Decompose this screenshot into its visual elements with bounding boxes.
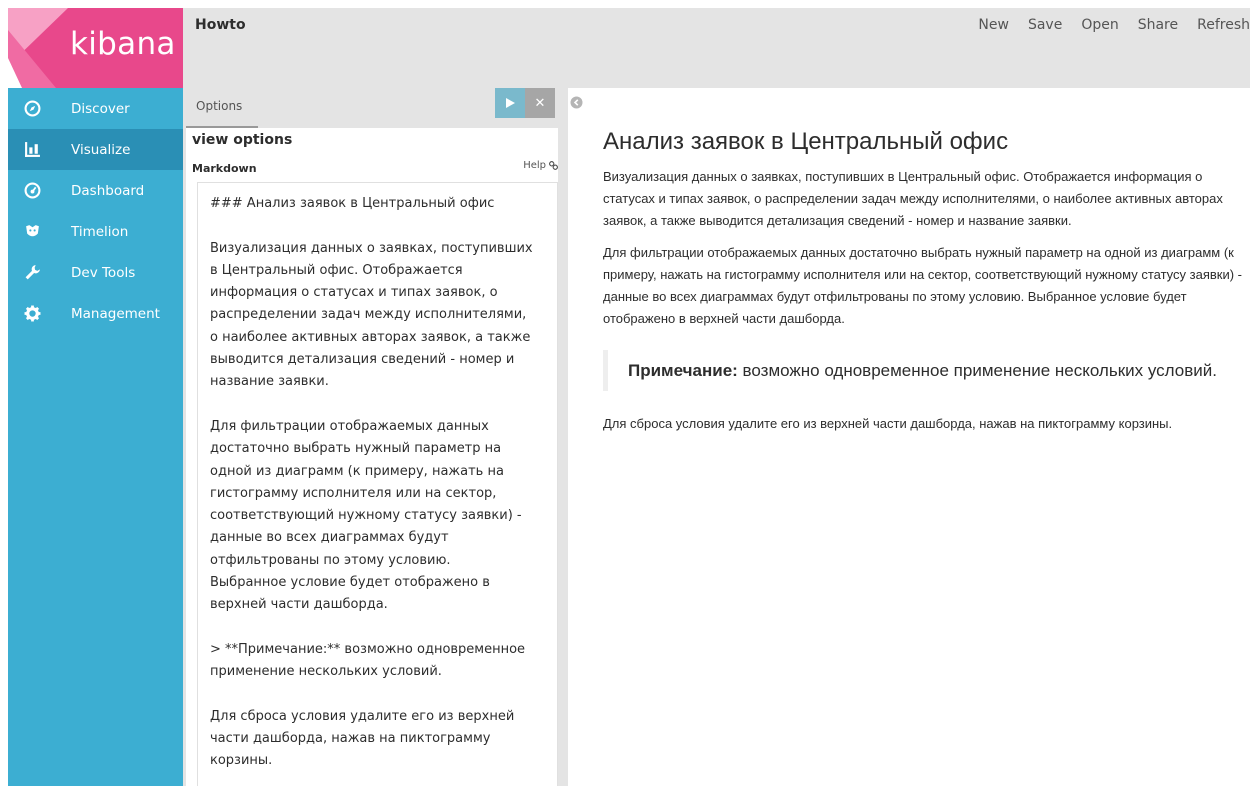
preview-heading: Анализ заявок в Центральный офис	[603, 128, 1009, 155]
kibana-logo-icon	[8, 8, 68, 88]
sidebar-item-label: Visualize	[71, 141, 131, 158]
top-menu: New Save Open Share Refresh	[978, 17, 1250, 33]
sidebar-item-label: Management	[71, 305, 160, 322]
sidebar-item-label: Timelion	[71, 223, 129, 240]
markdown-line: распределении задач между исполнителями,	[210, 307, 527, 323]
share-button[interactable]: Share	[1138, 17, 1178, 33]
sidebar: kibana Discover Visualize Dashboard Time…	[8, 8, 183, 786]
markdown-line: Для фильтрации отображаемых данных	[210, 418, 489, 434]
markdown-line: Для сброса условия удалите его из верхне…	[210, 708, 515, 724]
markdown-line: одной из диаграмм (к примеру, нажать на	[210, 463, 504, 479]
note-bold: Примечание:	[628, 361, 738, 380]
preview-note: Примечание: возможно одновременное приме…	[603, 350, 1243, 391]
markdown-line	[210, 215, 545, 237]
markdown-line: гистограмму исполнителя или на сектор,	[210, 485, 497, 501]
markdown-line: соответствующий нужному статусу заявки) …	[210, 508, 522, 524]
sidebar-item-label: Discover	[71, 100, 130, 117]
kibana-app: kibana Discover Visualize Dashboard Time…	[8, 8, 1250, 786]
page-title: Howto	[195, 17, 246, 33]
timelion-icon	[12, 211, 52, 252]
preview-paragraph-3: Для сброса условия удалите его из верхне…	[603, 416, 1173, 431]
sidebar-item-dev-tools[interactable]: Dev Tools	[8, 252, 183, 293]
options-body: view options Markdown Help ### Анализ за…	[186, 128, 558, 786]
sidebar-item-management[interactable]: Management	[8, 293, 183, 334]
note-text: возможно одновременное применение нескол…	[737, 361, 1217, 380]
preview-paragraph-2: Для фильтрации отображаемых данных доста…	[603, 245, 1242, 326]
save-button[interactable]: Save	[1028, 17, 1062, 33]
link-icon	[549, 161, 558, 170]
kibana-logo[interactable]: kibana	[8, 8, 183, 88]
apply-button[interactable]	[495, 88, 525, 118]
sidebar-item-label: Dev Tools	[71, 264, 136, 281]
markdown-line: данные во всех диаграммах будут	[210, 530, 449, 546]
gear-icon	[12, 293, 52, 334]
sidebar-item-dashboard[interactable]: Dashboard	[8, 170, 183, 211]
sidebar-item-discover[interactable]: Discover	[8, 88, 183, 129]
markdown-line: информация о статусах и типах заявок, о	[210, 285, 498, 301]
markdown-line: ### Анализ заявок в Центральный офис	[210, 196, 495, 211]
markdown-line	[210, 617, 545, 639]
markdown-line: отфильтрованы по этому условию.	[210, 552, 451, 568]
markdown-line	[210, 394, 545, 416]
window-edge	[0, 0, 3, 786]
new-button[interactable]: New	[978, 17, 1009, 33]
close-icon: ✕	[534, 95, 546, 111]
markdown-line	[210, 684, 545, 706]
preview-paragraph-1: Визуализация данных о заявках, поступивш…	[603, 169, 1223, 228]
markdown-line: Выбранное условие будет отображено в	[210, 575, 490, 591]
markdown-line: > **Примечание:** возможно одновременное	[210, 641, 526, 657]
collapse-sidebar-icon[interactable]	[570, 96, 583, 109]
section-title: view options	[192, 132, 293, 148]
markdown-preview: Анализ заявок в Центральный офис Визуали…	[603, 88, 1243, 445]
discard-button[interactable]: ✕	[525, 88, 555, 118]
top-bar: Howto New Save Open Share Refresh	[183, 8, 1250, 88]
markdown-line: применение нескольких условий.	[210, 664, 442, 680]
sidebar-item-label: Dashboard	[71, 182, 145, 199]
markdown-line: верхней части дашборда.	[210, 597, 388, 613]
help-label: Help	[523, 160, 546, 171]
markdown-line: название заявки.	[210, 374, 329, 390]
markdown-line: достаточно выбрать нужный параметр на	[210, 441, 502, 457]
markdown-line: части дашборда, нажав на пиктограмму	[210, 731, 491, 747]
play-icon	[506, 98, 515, 108]
markdown-line: выводится детализация сведений - номер и	[210, 352, 515, 368]
gauge-icon	[12, 170, 52, 211]
refresh-button[interactable]: Refresh	[1197, 17, 1250, 33]
editor-panel: Options ✕ view options Markdown Help ###…	[183, 88, 583, 786]
open-button[interactable]: Open	[1081, 17, 1118, 33]
markdown-line: в Центральный офис. Отображается	[210, 262, 463, 278]
compass-icon	[12, 88, 52, 129]
markdown-label: Markdown	[192, 162, 257, 175]
help-link[interactable]: Help	[523, 160, 558, 171]
bar-chart-icon	[12, 129, 52, 170]
wrench-icon	[12, 252, 52, 293]
markdown-line: корзины.	[210, 753, 273, 769]
markdown-textarea[interactable]: ### Анализ заявок в Центральный офис Визу…	[197, 182, 558, 786]
markdown-line: Визуализация данных о заявках, поступивш…	[210, 240, 533, 256]
markdown-line: о наиболее активных авторах заявок, а та…	[210, 329, 531, 345]
sidebar-item-timelion[interactable]: Timelion	[8, 211, 183, 252]
logo-text: kibana	[70, 26, 176, 62]
sidebar-item-visualize[interactable]: Visualize	[8, 129, 183, 170]
tab-options[interactable]: Options	[186, 88, 258, 128]
